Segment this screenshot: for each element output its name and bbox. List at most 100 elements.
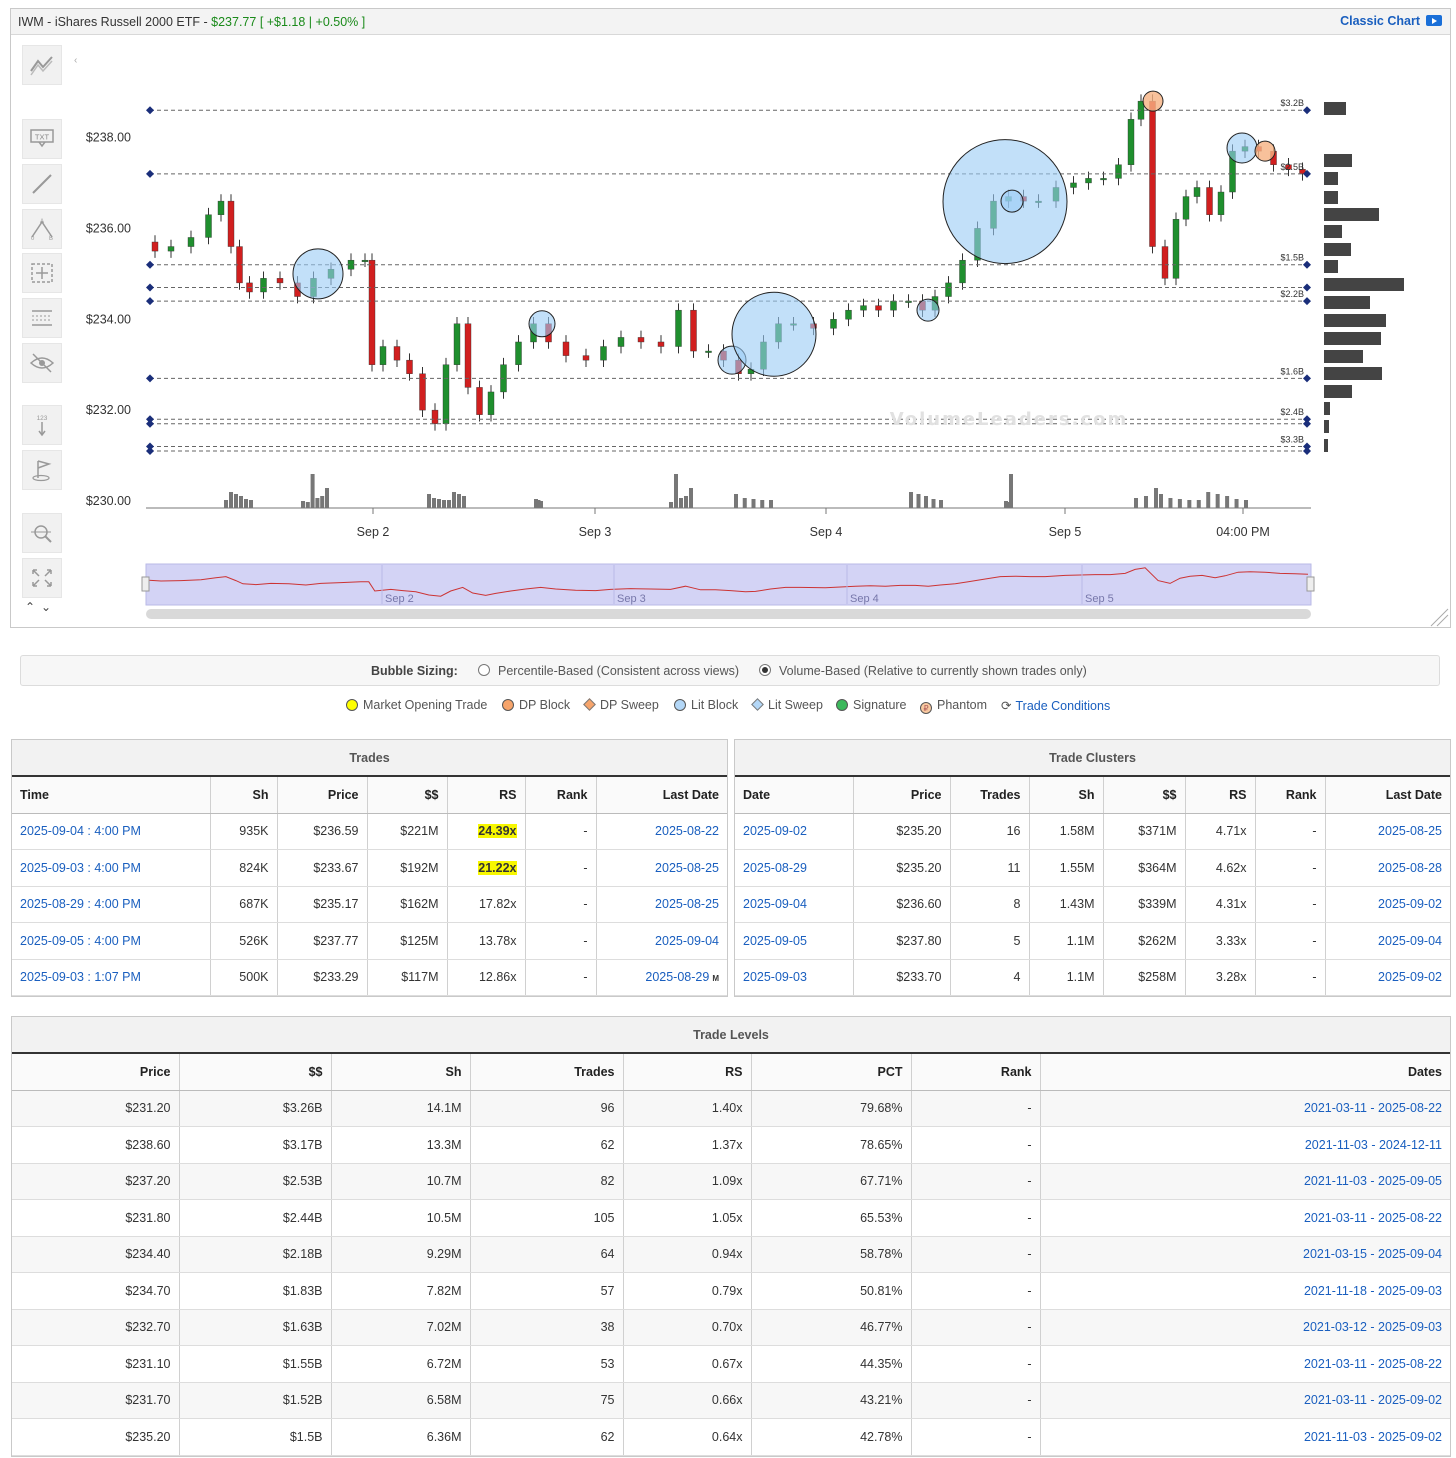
lit-block-bubble[interactable] — [528, 310, 556, 338]
navigator-window[interactable] — [145, 563, 1312, 606]
volume-bar — [1244, 500, 1248, 508]
trade-time-link[interactable]: 2025-09-03 : 1:07 PM — [12, 959, 211, 996]
last-date-link[interactable]: 2025-09-04 — [596, 922, 727, 960]
trades-table: Trades Time Sh Price $$ RS Rank Last Dat… — [11, 739, 728, 997]
col-dollars[interactable]: $$ — [367, 777, 448, 814]
lit-block-bubble[interactable] — [1226, 132, 1258, 164]
col-price[interactable]: Price — [12, 1054, 180, 1091]
col-rs[interactable]: RS — [623, 1054, 752, 1091]
col-price[interactable]: Price — [853, 777, 951, 814]
navigator-left-handle[interactable] — [141, 576, 150, 592]
cluster-date-link[interactable]: 2025-09-02 — [735, 813, 854, 850]
cluster-date-link[interactable]: 2025-09-04 — [735, 886, 854, 923]
last-date-link[interactable]: 2025-08-28 — [1325, 849, 1450, 887]
dates-link[interactable]: 2021-11-18 - 2025-09-03 — [1040, 1272, 1450, 1310]
rs-highlight: 24.39x — [478, 824, 517, 839]
volume-profile-bar — [1324, 260, 1338, 273]
lit-block-bubble[interactable] — [292, 248, 344, 300]
col-date[interactable]: Date — [735, 777, 854, 814]
cluster-date-link[interactable]: 2025-09-05 — [735, 922, 854, 960]
cell: 38 — [470, 1309, 624, 1346]
col-time[interactable]: Time — [12, 777, 211, 814]
col-sh[interactable]: Sh — [1029, 777, 1104, 814]
legend-signature[interactable]: Signature — [836, 698, 907, 712]
trade-time-link[interactable]: 2025-09-05 : 4:00 PM — [12, 922, 211, 960]
col-rank[interactable]: Rank — [525, 777, 597, 814]
navigator-right-handle[interactable] — [1306, 576, 1315, 592]
dates-link[interactable]: 2021-11-03 - 2025-09-05 — [1040, 1163, 1450, 1200]
radio-selected-icon[interactable] — [759, 664, 771, 676]
cell: 16 — [950, 813, 1030, 850]
col-sh[interactable]: Sh — [331, 1054, 471, 1091]
dates-link[interactable]: 2021-11-03 - 2024-12-11 — [1040, 1126, 1450, 1164]
phantom-bubble[interactable] — [1142, 90, 1164, 112]
dates-link[interactable]: 2021-03-11 - 2025-08-22 — [1040, 1345, 1450, 1383]
col-price[interactable]: Price — [277, 777, 368, 814]
volume-bar — [1196, 500, 1201, 508]
candle-body — [705, 350, 712, 353]
cluster-date-link[interactable]: 2025-09-03 — [735, 959, 854, 996]
last-date-link[interactable]: 2025-09-02 — [1325, 959, 1450, 996]
legend-dp-sweep[interactable]: DP Sweep — [583, 698, 659, 712]
col-dollars[interactable]: $$ — [1103, 777, 1186, 814]
dates-link[interactable]: 2021-03-12 - 2025-09-03 — [1040, 1309, 1450, 1346]
col-sh[interactable]: Sh — [210, 777, 278, 814]
cell: $258M — [1103, 959, 1186, 996]
legend-lit-sweep[interactable]: Lit Sweep — [751, 698, 823, 712]
last-date-link[interactable]: 2025-08-25 — [596, 886, 727, 923]
chart-title: IWM - iShares Russell 2000 ETF - $237.77… — [18, 15, 366, 29]
last-date-link[interactable]: 2025-08-25 — [596, 849, 727, 887]
volume-profile-bar — [1324, 225, 1342, 238]
navigator-label: Sep 5 — [1085, 593, 1114, 605]
legend-market-opening[interactable]: Market Opening Trade — [346, 698, 487, 712]
col-rs[interactable]: RS — [447, 777, 526, 814]
col-last-date[interactable]: Last Date — [596, 777, 727, 814]
dates-link[interactable]: 2021-03-11 - 2025-08-22 — [1040, 1090, 1450, 1127]
col-trades[interactable]: Trades — [950, 777, 1030, 814]
col-rank[interactable]: Rank — [1255, 777, 1326, 814]
col-rank[interactable]: Rank — [911, 1054, 1041, 1091]
col-trades[interactable]: Trades — [470, 1054, 624, 1091]
cell: $233.67 — [277, 849, 368, 887]
col-dollars[interactable]: $$ — [179, 1054, 332, 1091]
dates-link[interactable]: 2021-03-11 - 2025-08-22 — [1040, 1199, 1450, 1237]
col-last-date[interactable]: Last Date — [1325, 777, 1450, 814]
col-pct[interactable]: PCT — [751, 1054, 912, 1091]
navigator-scrollbar[interactable] — [146, 609, 1311, 619]
trade-time-link[interactable]: 2025-09-03 : 4:00 PM — [12, 849, 211, 887]
legend-phantom[interactable]: ₽ Phantom — [920, 698, 987, 714]
last-date-link[interactable]: 2025-08-25 — [1325, 813, 1450, 850]
radio-icon[interactable] — [478, 664, 490, 676]
col-rs[interactable]: RS — [1185, 777, 1256, 814]
lit-block-bubble[interactable] — [1000, 189, 1024, 213]
last-date-link[interactable]: 2025-09-04 — [1325, 922, 1450, 960]
last-date-link[interactable]: 2025-08-29 M — [596, 959, 727, 996]
lit-block-bubble[interactable] — [731, 291, 817, 377]
navigator[interactable]: Sep 2 Sep 3 Sep 4 Sep 5 — [141, 563, 1315, 619]
dates-link[interactable]: 2021-03-11 - 2025-09-02 — [1040, 1382, 1450, 1419]
cluster-date-link[interactable]: 2025-08-29 — [735, 849, 854, 887]
trade-time-link[interactable]: 2025-08-29 : 4:00 PM — [12, 886, 211, 923]
resize-handle-icon[interactable] — [1430, 608, 1449, 627]
trade-time-link[interactable]: 2025-09-04 : 4:00 PM — [12, 813, 211, 850]
candle-body — [675, 309, 682, 347]
last-date-link[interactable]: 2025-08-22 — [596, 813, 727, 850]
volume-bar — [447, 500, 451, 508]
dates-link[interactable]: 2021-03-15 - 2025-09-04 — [1040, 1236, 1450, 1273]
legend-lit-block[interactable]: Lit Block — [674, 698, 738, 712]
dates-link[interactable]: 2021-11-03 - 2025-09-02 — [1040, 1418, 1450, 1456]
last-date-link[interactable]: 2025-09-02 — [1325, 886, 1450, 923]
percentile-option[interactable]: Percentile-Based (Consistent across view… — [478, 664, 739, 678]
phantom-bubble[interactable] — [1254, 140, 1276, 162]
ticker-price: $237.77 — [211, 15, 257, 29]
lit-block-bubble[interactable] — [916, 298, 940, 322]
col-dates[interactable]: Dates — [1040, 1054, 1450, 1091]
candle-body — [260, 278, 267, 293]
classic-chart-button[interactable]: Classic Chart — [1340, 14, 1442, 28]
legend-dp-block[interactable]: DP Block — [502, 698, 570, 712]
legend-trade-conditions[interactable]: ⟳ Trade Conditions — [1001, 698, 1110, 713]
price-chart[interactable]: $238.00 $236.00 $234.00 $232.00 $230.00 $3.2… — [11, 36, 1450, 628]
volume-option[interactable]: Volume-Based (Relative to currently show… — [759, 664, 1087, 678]
cell: $162M — [367, 886, 448, 923]
volume-bar — [1206, 492, 1211, 508]
